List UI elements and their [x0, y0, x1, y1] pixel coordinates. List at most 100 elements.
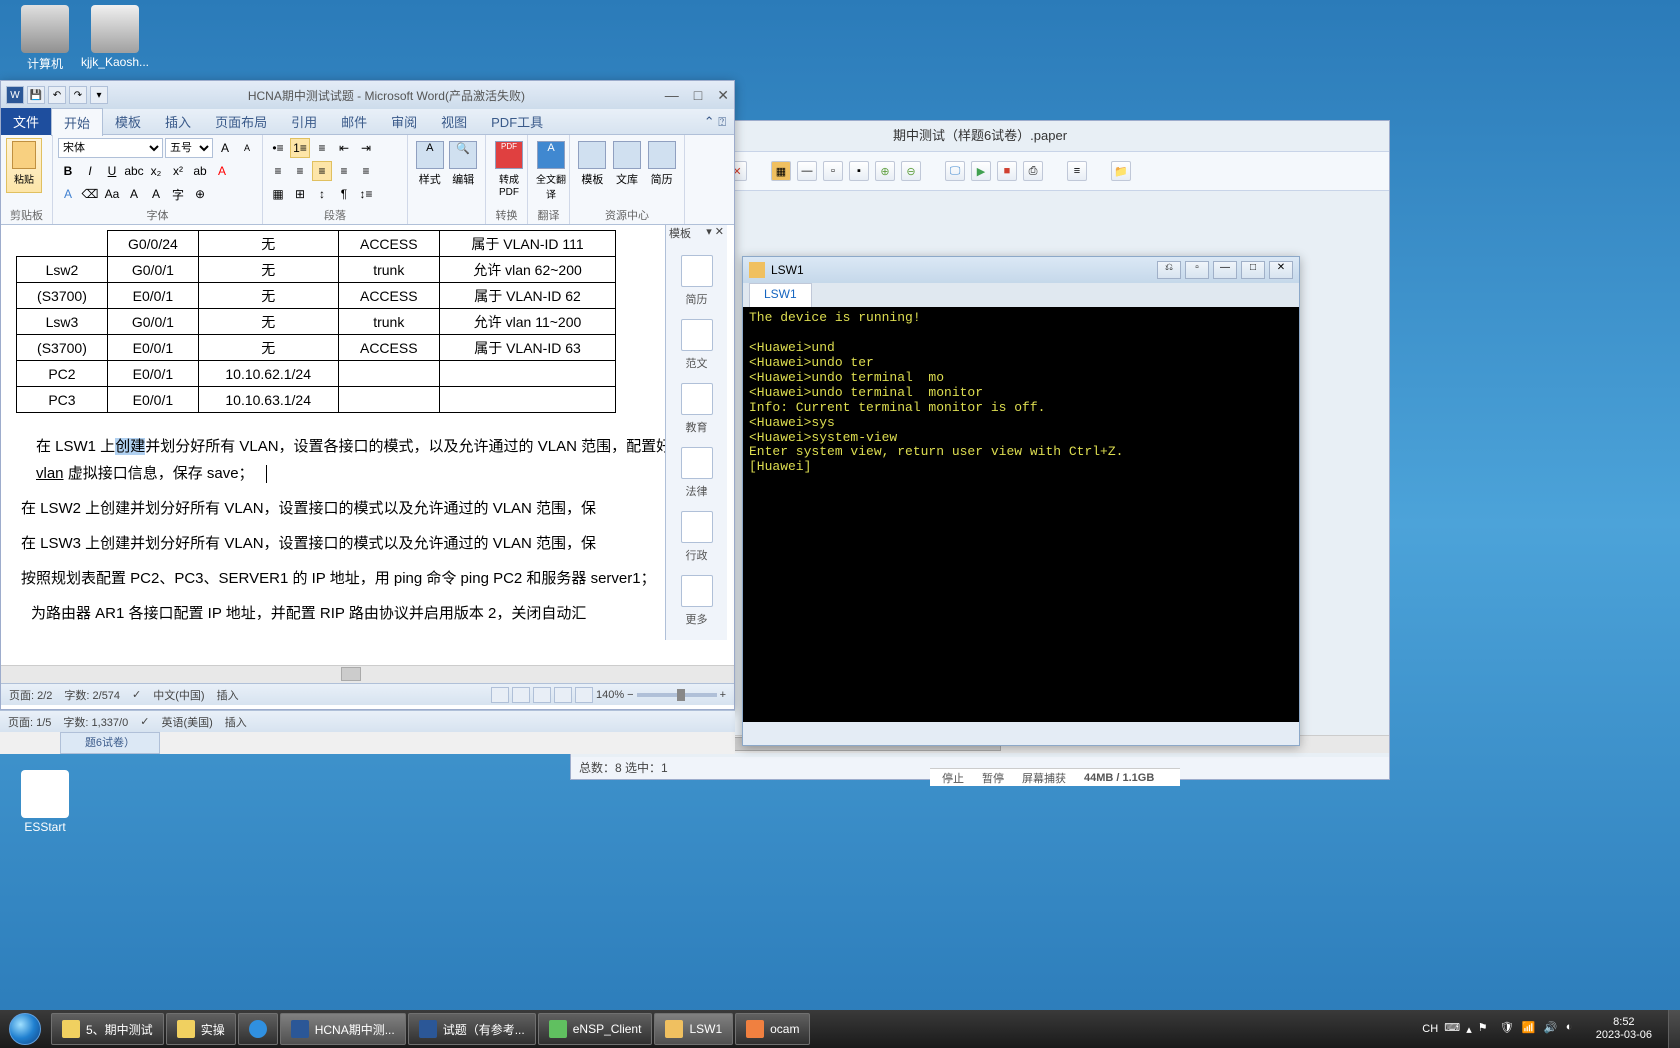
- template-panel-close[interactable]: ▾ ✕: [706, 225, 724, 243]
- terminal-tab-lsw1[interactable]: LSW1: [749, 283, 812, 307]
- status-spell-icon[interactable]: ✓: [132, 688, 141, 701]
- paper-btn-tool2[interactable]: —: [797, 161, 817, 181]
- terminal-minimize-button[interactable]: —: [1213, 261, 1237, 279]
- indent-inc-button[interactable]: ⇥: [356, 138, 376, 158]
- view-web-button[interactable]: [533, 687, 551, 703]
- qat-save-icon[interactable]: 💾: [27, 86, 45, 104]
- strike-button[interactable]: abc: [124, 161, 144, 181]
- tpl-history[interactable]: 简历: [678, 255, 716, 307]
- tab-view[interactable]: 视图: [429, 108, 479, 135]
- maximize-button[interactable]: □: [694, 87, 702, 104]
- paper-btn-capture[interactable]: ⎙: [1023, 161, 1043, 181]
- borders-button[interactable]: ⊞: [290, 184, 310, 204]
- ocam-pause[interactable]: 暂停: [982, 770, 1004, 786]
- qat-more-icon[interactable]: ▾: [90, 86, 108, 104]
- enclose-button[interactable]: ⊕: [190, 184, 210, 204]
- status2-words[interactable]: 字数: 1,337/0: [63, 714, 128, 730]
- status2-spell-icon[interactable]: ✓: [140, 715, 149, 728]
- underline-button[interactable]: U: [102, 161, 122, 181]
- tab-start[interactable]: 开始: [51, 108, 103, 136]
- tray-speaker-icon[interactable]: 🔊: [1544, 1021, 1560, 1037]
- status2-lang[interactable]: 英语(美国): [161, 714, 212, 730]
- numbering-button[interactable]: 1≡: [290, 138, 310, 158]
- tab-ref[interactable]: 引用: [279, 108, 329, 135]
- tray-misc-icon[interactable]: ◐: [1566, 1021, 1582, 1037]
- doc-paragraph[interactable]: 在 LSW3 上创建并划分好所有 VLAN，设置接口的模式以及允许通过的 VLA…: [21, 530, 699, 557]
- highlight-button[interactable]: ab: [190, 161, 210, 181]
- tray-network-icon[interactable]: 📶: [1522, 1021, 1538, 1037]
- res-lib-button[interactable]: 文库: [610, 138, 645, 193]
- close-button[interactable]: ✕: [717, 87, 729, 104]
- paper-btn-tool4[interactable]: ▪: [849, 161, 869, 181]
- taskbar-item-ocam[interactable]: ocam: [735, 1013, 810, 1045]
- tab-pdf[interactable]: PDF工具: [479, 108, 555, 135]
- qat-undo-icon[interactable]: ↶: [48, 86, 66, 104]
- taskbar-item-word1[interactable]: HCNA期中测...: [280, 1013, 406, 1045]
- paste-button[interactable]: 粘贴: [6, 138, 42, 193]
- terminal-body[interactable]: The device is running! <Huawei>und <Huaw…: [743, 307, 1299, 722]
- ocam-stop[interactable]: 停止: [942, 770, 964, 786]
- desktop-icon-kjjk[interactable]: kjjk_Kaosh...: [80, 5, 150, 69]
- sup-button[interactable]: x²: [168, 161, 188, 181]
- tpl-admin[interactable]: 行政: [678, 511, 716, 563]
- status2-mode[interactable]: 插入: [225, 714, 247, 730]
- show-desktop-button[interactable]: [1668, 1010, 1680, 1048]
- shrink-font-button[interactable]: A: [237, 138, 257, 158]
- start-button[interactable]: [0, 1010, 50, 1048]
- taskbar-item-folder1[interactable]: 5、期中测试: [51, 1013, 164, 1045]
- terminal-titlebar[interactable]: LSW1 ⎌ ▫ — □ ✕: [743, 257, 1299, 283]
- ime-indicator[interactable]: CH: [1422, 1023, 1438, 1035]
- qat-redo-icon[interactable]: ↷: [69, 86, 87, 104]
- tpl-more[interactable]: 更多: [678, 575, 716, 627]
- taskbar-item-ie[interactable]: [238, 1013, 278, 1045]
- paper-btn-list[interactable]: ≡: [1067, 161, 1087, 181]
- line-spacing-button[interactable]: ↕≡: [356, 184, 376, 204]
- taskbar-item-word2[interactable]: 试题（有参考...: [408, 1013, 536, 1045]
- doc-paragraph[interactable]: 在 LSW1 上创建并划分好所有 VLAN，设置各接口的模式，以及允许通过的 V…: [36, 433, 699, 487]
- status-mode[interactable]: 插入: [217, 687, 239, 703]
- terminal-btn2[interactable]: ▫: [1185, 261, 1209, 279]
- tab-file[interactable]: 文件: [1, 108, 51, 135]
- align-dist-button[interactable]: ≡: [356, 161, 376, 181]
- status2-page[interactable]: 页面: 1/5: [8, 714, 51, 730]
- sort-button[interactable]: ↕: [312, 184, 332, 204]
- effects-button[interactable]: A: [58, 184, 78, 204]
- align-left-button[interactable]: ≡: [268, 161, 288, 181]
- sub-button[interactable]: x₂: [146, 161, 166, 181]
- view-print-button[interactable]: [491, 687, 509, 703]
- tab-review[interactable]: 审阅: [379, 108, 429, 135]
- doc-paragraph[interactable]: 在 LSW2 上创建并划分好所有 VLAN，设置接口的模式以及允许通过的 VLA…: [21, 495, 699, 522]
- doc-table[interactable]: G0/0/24无ACCESS属于 VLAN-ID 111 Lsw2G0/0/1无…: [16, 230, 616, 413]
- taskbar-item-ensp[interactable]: eNSP_Client: [538, 1013, 653, 1045]
- change-case-button[interactable]: Aa: [102, 184, 122, 204]
- clear-format-button[interactable]: ⌫: [80, 184, 100, 204]
- ocam-capture[interactable]: 屏幕捕获: [1022, 770, 1066, 786]
- tab-mail[interactable]: 邮件: [329, 108, 379, 135]
- indent-dec-button[interactable]: ⇤: [334, 138, 354, 158]
- status-page[interactable]: 页面: 2/2: [9, 687, 52, 703]
- tab-template[interactable]: 模板: [103, 108, 153, 135]
- align-right-button[interactable]: ≡: [312, 161, 332, 181]
- desktop-icon-esstart[interactable]: ESStart: [10, 770, 80, 834]
- res-template-button[interactable]: 模板: [575, 138, 610, 193]
- taskbar-item-lsw1[interactable]: LSW1: [654, 1013, 733, 1045]
- font-name-select[interactable]: 宋体: [58, 138, 163, 158]
- status-lang[interactable]: 中文(中国): [153, 687, 204, 703]
- doc-paragraph[interactable]: 按照规划表配置 PC2、PC3、SERVER1 的 IP 地址，用 ping 命…: [21, 565, 699, 592]
- paper-btn-zoom-out[interactable]: ⊖: [901, 161, 921, 181]
- paper-btn-stop[interactable]: ■: [997, 161, 1017, 181]
- tab-layout[interactable]: 页面布局: [203, 108, 279, 135]
- convert-pdf-button[interactable]: PDF 转成PDF: [491, 138, 527, 193]
- terminal-close-button[interactable]: ✕: [1269, 261, 1293, 279]
- zoom-in-button[interactable]: +: [720, 689, 726, 701]
- desktop-icon-computer[interactable]: 计算机: [10, 5, 80, 72]
- italic-button[interactable]: I: [80, 161, 100, 181]
- paper-btn-play[interactable]: ▶: [971, 161, 991, 181]
- res-resume-button[interactable]: 简历: [644, 138, 679, 193]
- paper-btn-tool3[interactable]: ▫: [823, 161, 843, 181]
- align-justify-button[interactable]: ≡: [334, 161, 354, 181]
- view-outline-button[interactable]: [554, 687, 572, 703]
- zoom-level[interactable]: 140%: [596, 689, 624, 701]
- translate-button[interactable]: A 全文翻译: [533, 138, 569, 193]
- paper-btn-zoom-in[interactable]: ⊕: [875, 161, 895, 181]
